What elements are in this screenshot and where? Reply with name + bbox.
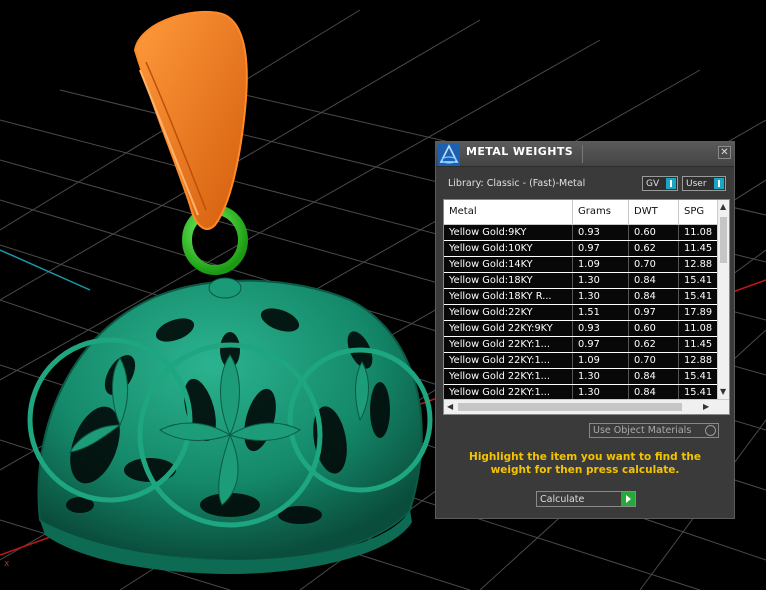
table-row[interactable]: Yellow Gold:10KY 0.97 0.62 11.45 [444, 241, 727, 256]
cell-grams: 0.97 [573, 337, 629, 352]
gv-toggle-label: GV [646, 179, 660, 189]
cell-dwt: 0.84 [629, 385, 679, 400]
table-row[interactable]: Yellow Gold:14KY 1.09 0.70 12.88 [444, 257, 727, 272]
panel-titlebar[interactable]: METAL WEIGHTS ✕ [436, 142, 734, 167]
cell-metal: Yellow Gold:18KY [444, 273, 573, 288]
cell-dwt: 0.70 [629, 353, 679, 368]
cell-metal: Yellow Gold 22KY:1... [444, 353, 573, 368]
gv-toggle[interactable]: GV [642, 176, 678, 191]
table-row[interactable]: Yellow Gold:18KY 1.30 0.84 15.41 [444, 273, 727, 288]
scroll-up-icon[interactable]: ▲ [720, 202, 726, 211]
table-row[interactable]: Yellow Gold:22KY 1.51 0.97 17.89 [444, 305, 727, 320]
y-axis-line [0, 249, 91, 291]
cell-metal: Yellow Gold 22KY:1... [444, 337, 573, 352]
vertical-scroll-thumb[interactable] [720, 217, 727, 263]
user-toggle-label: User [686, 179, 707, 189]
cell-dwt: 0.84 [629, 273, 679, 288]
scroll-down-icon[interactable]: ▼ [720, 387, 726, 396]
cell-dwt: 0.70 [629, 257, 679, 272]
cell-metal: Yellow Gold:14KY [444, 257, 573, 272]
horizontal-scrollbar[interactable]: ◀ ▶ [444, 399, 729, 414]
table-row[interactable]: Yellow Gold 22KY:1... 1.30 0.84 15.41 [444, 369, 727, 384]
table-row[interactable]: Yellow Gold 22KY:9KY 0.93 0.60 11.08 [444, 321, 727, 336]
cell-metal: Yellow Gold:10KY [444, 241, 573, 256]
cell-grams: 1.09 [573, 353, 629, 368]
cell-grams: 0.93 [573, 225, 629, 240]
calculate-button[interactable]: Calculate [536, 491, 636, 507]
cell-dwt: 0.60 [629, 321, 679, 336]
panel-title: METAL WEIGHTS [466, 145, 574, 158]
table-header: Metal Grams DWT SPG [444, 200, 727, 225]
toggle-switch-icon [666, 178, 676, 189]
cell-grams: 1.30 [573, 289, 629, 304]
cell-dwt: 0.84 [629, 369, 679, 384]
column-header-metal[interactable]: Metal [444, 200, 573, 224]
calculate-button-label: Calculate [540, 494, 585, 505]
horizontal-scroll-thumb[interactable] [458, 403, 682, 411]
column-header-grams[interactable]: Grams [573, 200, 629, 224]
titlebar-divider [582, 145, 583, 163]
metal-weights-table[interactable]: Metal Grams DWT SPG Yellow Gold:9KY 0.93 0… [443, 199, 730, 415]
cell-metal: Yellow Gold:22KY [444, 305, 573, 320]
play-arrow-icon [621, 492, 635, 506]
radio-circle-icon [705, 425, 716, 436]
metal-weights-panel[interactable]: METAL WEIGHTS ✕ Library: Classic - (Fast… [435, 141, 735, 519]
cell-dwt: 0.62 [629, 241, 679, 256]
use-object-materials-label: Use Object Materials [593, 425, 692, 436]
user-toggle[interactable]: User [682, 176, 726, 191]
cell-grams: 0.93 [573, 321, 629, 336]
axis-label-x: x [4, 559, 10, 569]
cell-grams: 1.51 [573, 305, 629, 320]
cell-metal: Yellow Gold:9KY [444, 225, 573, 240]
table-row[interactable]: Yellow Gold 22KY:1... 1.30 0.84 15.41 [444, 385, 727, 400]
table-row[interactable]: Yellow Gold 22KY:1... 0.97 0.62 11.45 [444, 337, 727, 352]
cell-grams: 1.30 [573, 273, 629, 288]
column-header-dwt[interactable]: DWT [629, 200, 679, 224]
app-logo-icon [438, 144, 460, 166]
instruction-text: Highlight the item you want to find the … [469, 451, 701, 476]
vertical-scrollbar[interactable]: ▲ ▼ [717, 200, 729, 400]
cell-dwt: 0.60 [629, 225, 679, 240]
close-button[interactable]: ✕ [718, 146, 731, 159]
cell-grams: 0.97 [573, 241, 629, 256]
use-object-materials-checkbox[interactable]: Use Object Materials [589, 423, 719, 438]
cell-dwt: 0.84 [629, 289, 679, 304]
cell-metal: Yellow Gold 22KY:1... [444, 385, 573, 400]
table-row[interactable]: Yellow Gold:18KY R... 1.30 0.84 15.41 [444, 289, 727, 304]
cell-grams: 1.09 [573, 257, 629, 272]
scroll-left-icon[interactable]: ◀ [447, 402, 453, 411]
cell-metal: Yellow Gold:18KY R... [444, 289, 573, 304]
cell-dwt: 0.97 [629, 305, 679, 320]
cell-metal: Yellow Gold 22KY:9KY [444, 321, 573, 336]
cell-grams: 1.30 [573, 385, 629, 400]
cell-dwt: 0.62 [629, 337, 679, 352]
library-label: Library: Classic - (Fast)-Metal [448, 178, 586, 189]
table-row[interactable]: Yellow Gold 22KY:1... 1.09 0.70 12.88 [444, 353, 727, 368]
cell-metal: Yellow Gold 22KY:1... [444, 369, 573, 384]
cell-grams: 1.30 [573, 369, 629, 384]
bail[interactable] [133, 10, 248, 230]
pendant-dome[interactable] [27, 277, 433, 575]
close-icon: ✕ [720, 147, 729, 158]
scroll-right-icon[interactable]: ▶ [703, 402, 709, 411]
table-row[interactable]: Yellow Gold:9KY 0.93 0.60 11.08 [444, 225, 727, 240]
toggle-switch-icon [714, 178, 724, 189]
